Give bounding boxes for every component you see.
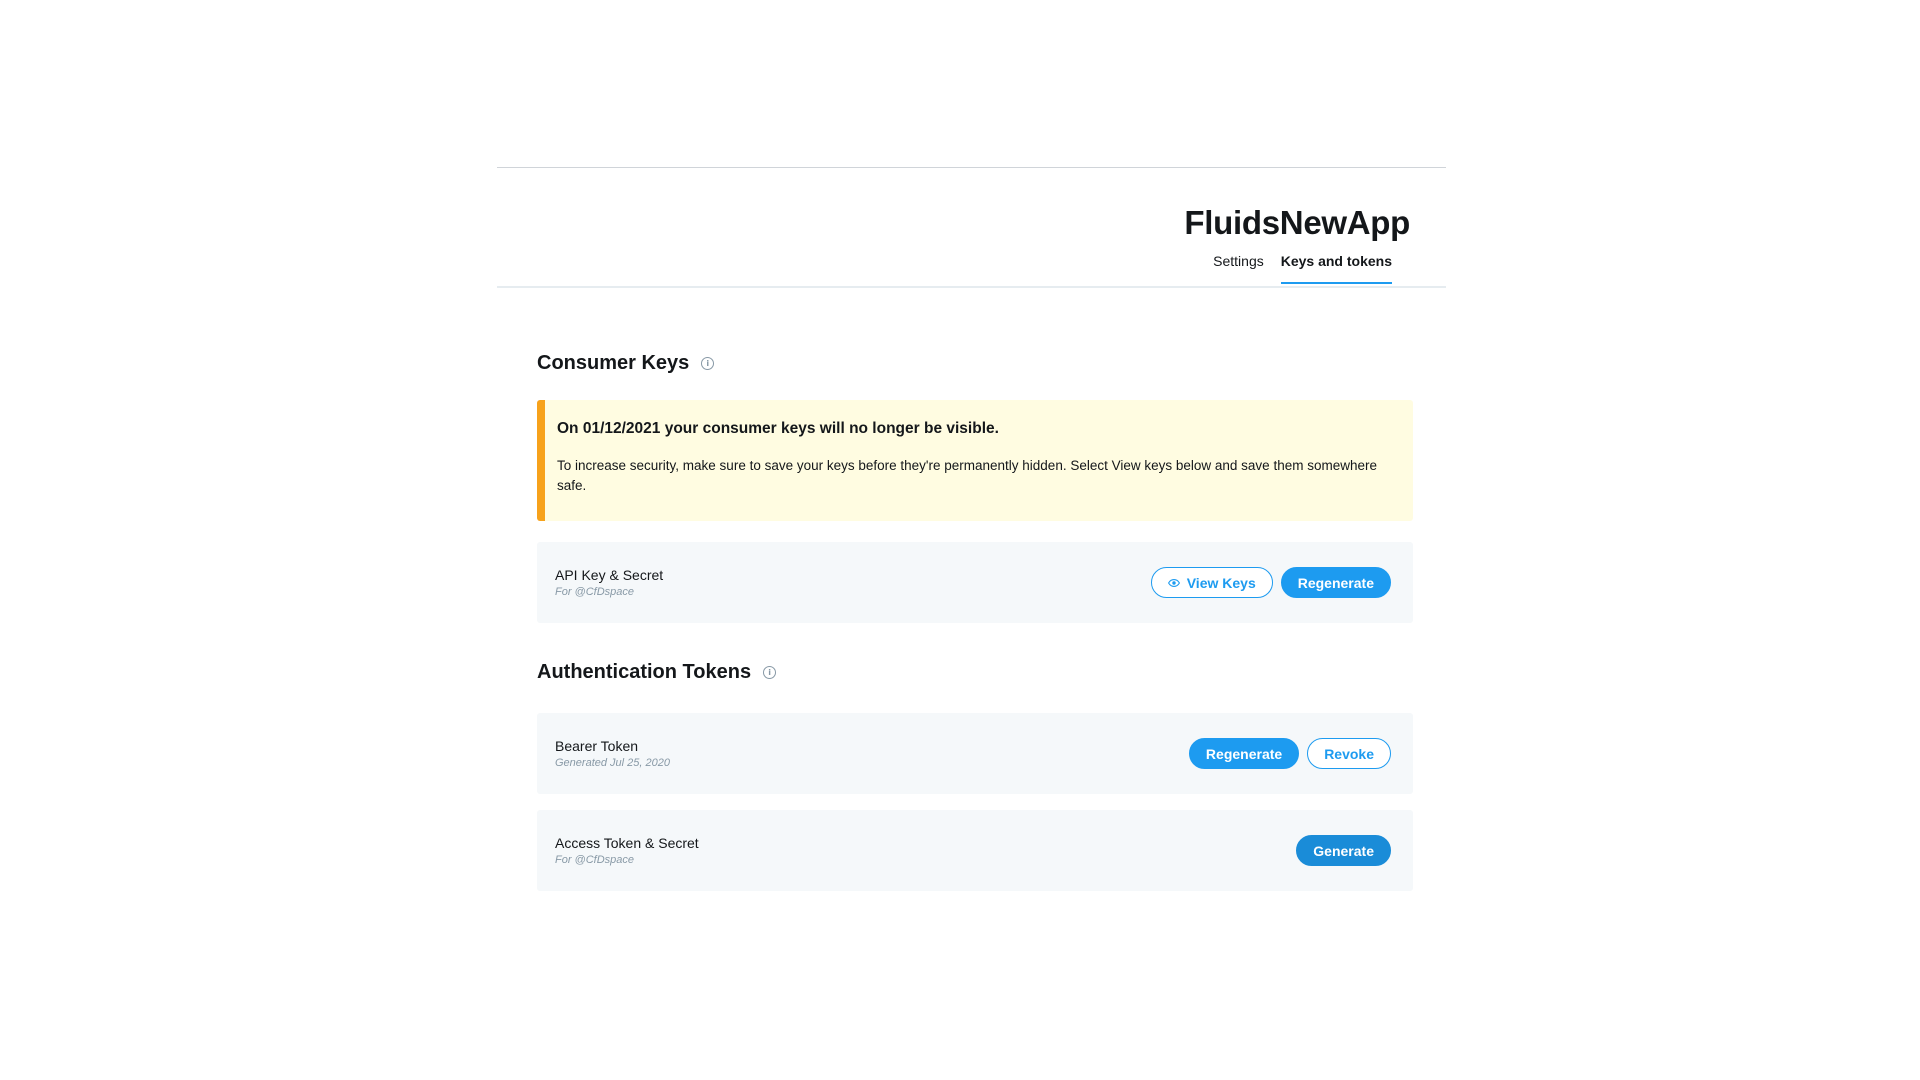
alert-title: On 01/12/2021 your consumer keys will no… [557, 420, 999, 437]
app-header: FluidsNewApp Settings Keys and tokens [497, 168, 1446, 288]
tab-bar: Settings Keys and tokens [1213, 253, 1392, 285]
consumer-keys-heading: Consumer Keys i [537, 340, 1413, 386]
app-title: FluidsNewApp [1184, 204, 1410, 241]
info-icon[interactable]: i [763, 665, 777, 679]
consumer-keys-title: Consumer Keys [537, 351, 690, 374]
access-token-label: Access Token & Secret [555, 835, 699, 851]
access-token-info: Access Token & Secret For @CfDspace [555, 835, 699, 866]
tab-settings[interactable]: Settings [1213, 253, 1264, 284]
view-keys-label: View Keys [1186, 574, 1256, 591]
info-icon[interactable]: i [701, 356, 715, 370]
generate-access-token-button[interactable]: Generate [1296, 835, 1391, 866]
api-key-label: API Key & Secret [555, 567, 664, 583]
eye-icon [1167, 578, 1180, 587]
consumer-keys-alert: On 01/12/2021 your consumer keys will no… [537, 400, 1413, 521]
access-token-actions: Generate [1296, 835, 1391, 866]
api-key-info: API Key & Secret For @CfDspace [555, 567, 663, 598]
bearer-token-info: Bearer Token Generated Jul 25, 2020 [555, 738, 670, 769]
page: FluidsNewApp Settings Keys and tokens Co… [0, 0, 1920, 1080]
main-content: Consumer Keys i On 01/12/2021 your consu… [537, 340, 1413, 891]
api-key-card: API Key & Secret For @CfDspace View Keys… [537, 542, 1413, 623]
alert-body: To increase security, make sure to save … [557, 458, 1377, 493]
view-keys-button[interactable]: View Keys [1150, 567, 1273, 598]
revoke-bearer-button[interactable]: Revoke [1307, 738, 1391, 769]
access-token-sub: For @CfDspace [555, 854, 635, 866]
bearer-token-sub: Generated Jul 25, 2020 [555, 757, 670, 769]
regenerate-api-key-button[interactable]: Regenerate [1280, 567, 1391, 598]
regenerate-bearer-button[interactable]: Regenerate [1188, 738, 1300, 769]
access-token-card: Access Token & Secret For @CfDspace Gene… [537, 810, 1413, 891]
bearer-token-label: Bearer Token [555, 738, 639, 754]
bearer-token-actions: Regenerate Revoke [1188, 738, 1391, 769]
auth-tokens-title: Authentication Tokens [537, 660, 752, 683]
api-key-sub: For @CfDspace [555, 586, 635, 598]
tab-keys-and-tokens[interactable]: Keys and tokens [1280, 253, 1392, 284]
bearer-token-card: Bearer Token Generated Jul 25, 2020 Rege… [537, 713, 1413, 794]
api-key-actions: View Keys Regenerate [1150, 567, 1391, 598]
auth-tokens-heading: Authentication Tokens i [537, 649, 1413, 695]
